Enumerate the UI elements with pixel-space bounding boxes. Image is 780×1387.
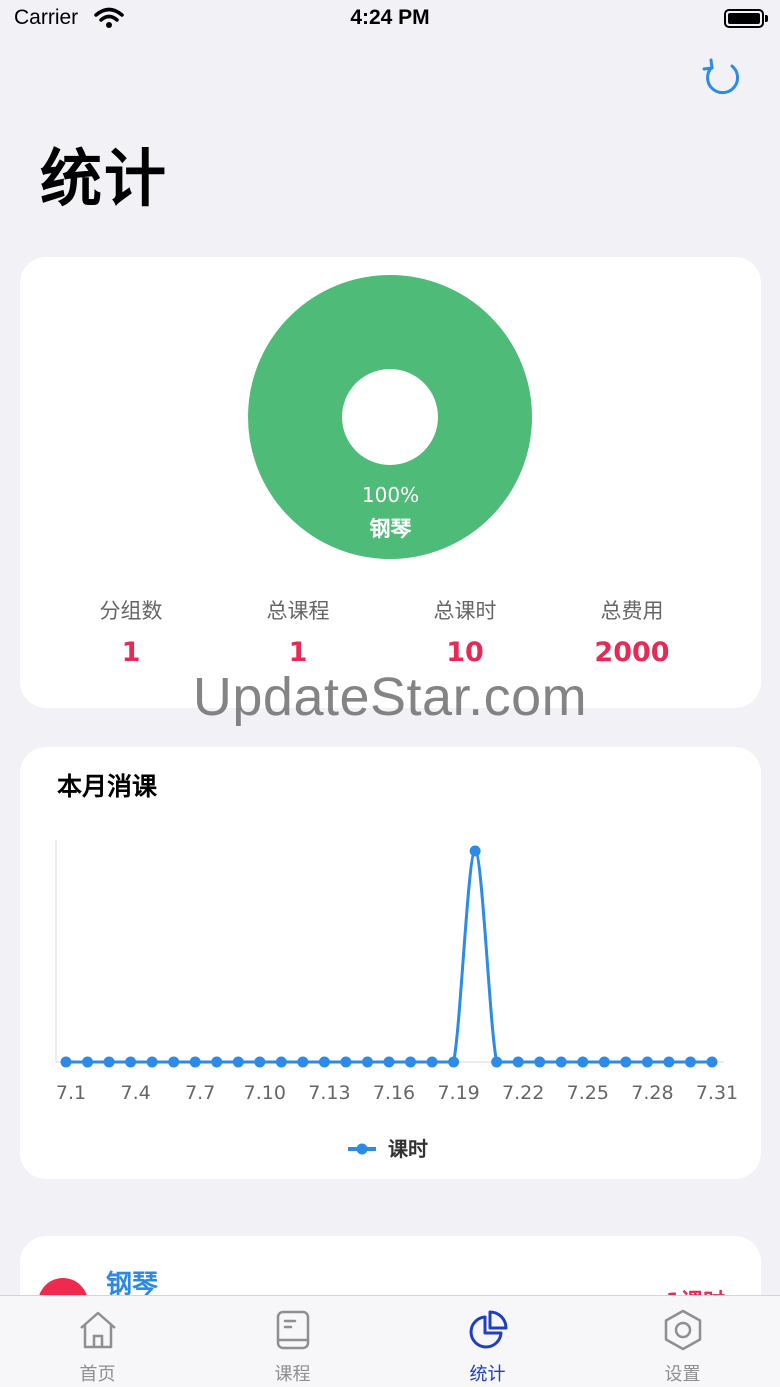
data-point-7.16 bbox=[383, 1056, 395, 1068]
summary-card: 100% 钢琴 分组数 1 总课程 1 总课时 10 总费用 2000 bbox=[20, 257, 761, 708]
data-point-7.8 bbox=[211, 1056, 223, 1068]
tab-label: 课程 bbox=[274, 1364, 311, 1385]
data-point-7.11 bbox=[275, 1056, 287, 1068]
stat-value: 2000 bbox=[594, 637, 670, 668]
data-point-7.4 bbox=[125, 1056, 137, 1068]
x-tick-label: 7.13 bbox=[308, 1082, 350, 1104]
page-title: 统计 bbox=[40, 142, 169, 215]
data-point-7.2 bbox=[82, 1056, 94, 1068]
legend-marker bbox=[356, 1143, 368, 1155]
data-point-7.13 bbox=[318, 1056, 330, 1068]
x-tick-label: 7.22 bbox=[502, 1082, 544, 1104]
home-icon bbox=[80, 1311, 116, 1349]
data-point-7.23 bbox=[534, 1056, 546, 1068]
x-tick-label: 7.25 bbox=[567, 1082, 609, 1104]
donut-percent-label: 100% bbox=[361, 483, 420, 507]
data-point-7.26 bbox=[598, 1056, 610, 1068]
status-bar: Carrier 4:24 PM bbox=[0, 0, 780, 40]
data-point-7.31 bbox=[706, 1056, 718, 1068]
stat-group-count: 分组数 1 bbox=[46, 595, 216, 668]
tab-bar: 首页 课程 统计 设置 bbox=[0, 1295, 780, 1387]
data-point-7.29 bbox=[663, 1056, 675, 1068]
stat-course-count: 总课程 1 bbox=[213, 595, 383, 668]
data-point-7.3 bbox=[103, 1056, 115, 1068]
tab-label: 统计 bbox=[469, 1364, 506, 1385]
x-tick-label: 7.10 bbox=[244, 1082, 286, 1104]
tab-label: 设置 bbox=[664, 1364, 701, 1385]
data-point-7.12 bbox=[297, 1056, 309, 1068]
x-tick-label: 7.1 bbox=[56, 1082, 86, 1104]
data-point-7.19 bbox=[448, 1056, 460, 1068]
stat-fee-total: 总费用 2000 bbox=[547, 595, 717, 668]
data-point-7.28 bbox=[641, 1056, 653, 1068]
pie-chart-icon bbox=[469, 1310, 508, 1349]
stat-label: 总费用 bbox=[600, 599, 664, 623]
data-point-7.17 bbox=[405, 1056, 417, 1068]
book-icon bbox=[276, 1310, 310, 1350]
x-tick-label: 7.7 bbox=[185, 1082, 215, 1104]
data-point-7.20 bbox=[469, 845, 481, 857]
stat-label: 分组数 bbox=[99, 599, 163, 623]
data-point-7.7 bbox=[189, 1056, 201, 1068]
monthly-chart-card: 本月消课 7.1 7.4 7.7 7.10 7.13 7.16 7.19 7.22 7.25 7.… bbox=[20, 747, 761, 1179]
data-point-7.27 bbox=[620, 1056, 632, 1068]
tab-home[interactable]: 首页 bbox=[0, 1296, 195, 1387]
x-tick-label: 7.4 bbox=[120, 1082, 150, 1104]
data-point-7.5 bbox=[146, 1056, 158, 1068]
stat-value: 1 bbox=[288, 637, 308, 668]
donut-name-label: 钢琴 bbox=[369, 517, 412, 541]
tab-statistics[interactable]: 统计 bbox=[390, 1296, 585, 1387]
stats-row: 分组数 1 总课程 1 总课时 10 总费用 2000 bbox=[20, 595, 761, 675]
x-tick-label: 7.16 bbox=[373, 1082, 415, 1104]
series-line-hours bbox=[66, 849, 712, 1064]
watermark: UpdateStar.com bbox=[192, 667, 588, 727]
stat-label: 总课时 bbox=[433, 599, 497, 623]
tab-label: 首页 bbox=[79, 1364, 116, 1385]
data-point-7.10 bbox=[254, 1056, 266, 1068]
settings-icon bbox=[664, 1309, 702, 1351]
status-time: 4:24 PM bbox=[350, 6, 430, 29]
battery-icon bbox=[724, 9, 768, 28]
data-point-7.21 bbox=[491, 1056, 503, 1068]
line-chart: 7.1 7.4 7.7 7.10 7.13 7.16 7.19 7.22 7.25 7.28 7.3… bbox=[55, 840, 738, 1161]
data-point-7.25 bbox=[577, 1056, 589, 1068]
x-tick-label: 7.31 bbox=[696, 1082, 738, 1104]
stat-hours-total: 总课时 10 bbox=[380, 595, 550, 668]
legend-label: 课时 bbox=[388, 1137, 428, 1161]
data-point-7.1 bbox=[60, 1056, 72, 1068]
x-tick-label: 7.19 bbox=[437, 1082, 479, 1104]
data-point-7.30 bbox=[684, 1056, 696, 1068]
data-point-7.14 bbox=[340, 1056, 352, 1068]
refresh-icon[interactable] bbox=[698, 54, 746, 102]
stat-label: 总课程 bbox=[266, 599, 330, 623]
tab-courses[interactable]: 课程 bbox=[195, 1296, 390, 1387]
data-point-7.15 bbox=[361, 1056, 373, 1068]
tab-settings[interactable]: 设置 bbox=[585, 1296, 780, 1387]
stat-value: 1 bbox=[121, 637, 141, 668]
data-point-7.18 bbox=[426, 1056, 438, 1068]
data-point-7.24 bbox=[555, 1056, 567, 1068]
stat-value: 10 bbox=[446, 637, 484, 668]
data-point-7.22 bbox=[512, 1056, 524, 1068]
data-point-7.9 bbox=[232, 1056, 244, 1068]
data-point-7.6 bbox=[168, 1056, 180, 1068]
x-tick-label: 7.28 bbox=[631, 1082, 673, 1104]
